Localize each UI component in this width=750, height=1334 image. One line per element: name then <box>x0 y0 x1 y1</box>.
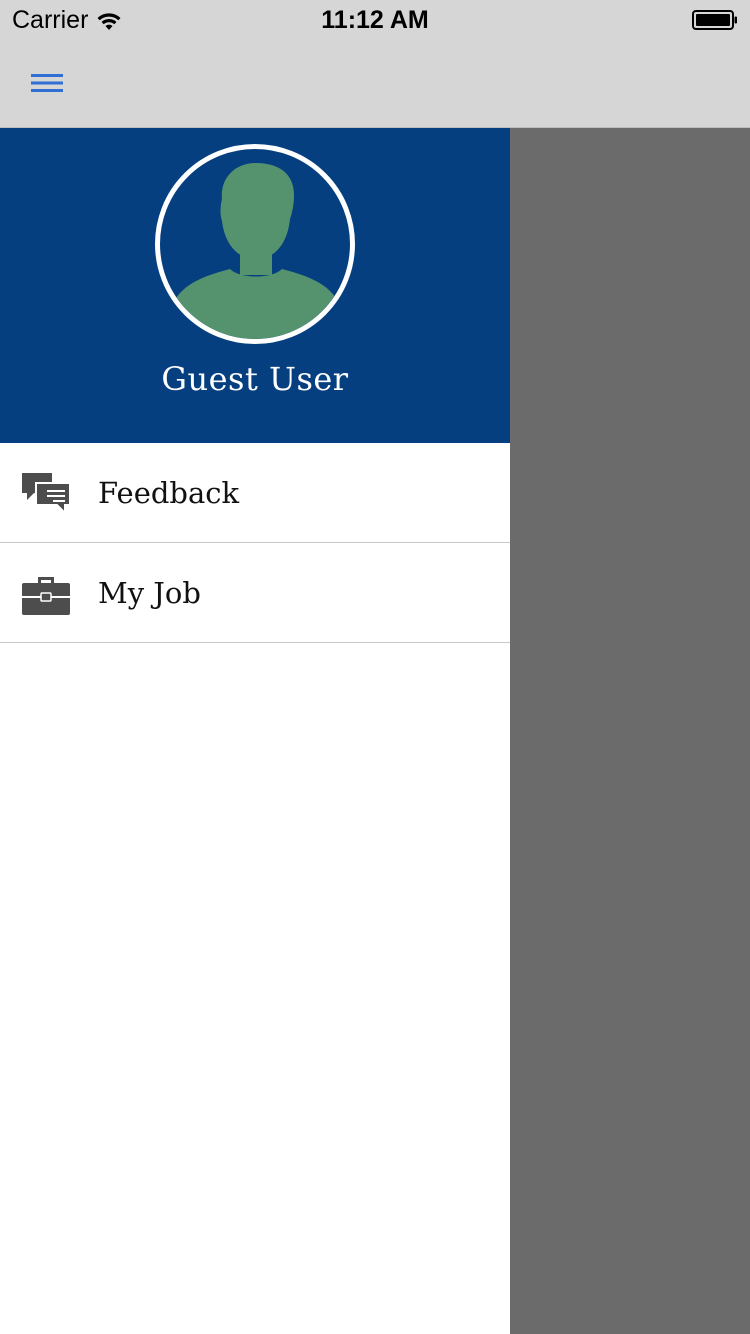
avatar[interactable] <box>155 144 355 344</box>
side-drawer: Guest User Feedback My Job <box>0 128 510 1334</box>
menu-item-label: Feedback <box>98 475 240 510</box>
user-silhouette-icon <box>170 163 342 339</box>
menu-button[interactable] <box>26 66 68 100</box>
drawer-menu-list: Feedback My Job <box>0 443 510 643</box>
user-name: Guest User <box>161 360 349 398</box>
menu-item-feedback[interactable]: Feedback <box>0 443 510 543</box>
navigation-bar: Carrier 11:12 AM <box>0 0 750 128</box>
chat-bubbles-icon <box>20 469 72 517</box>
hamburger-menu-icon <box>31 74 63 92</box>
menu-item-label: My Job <box>98 575 201 610</box>
briefcase-icon <box>20 569 72 617</box>
drawer-header: Guest User <box>0 128 510 443</box>
dimmed-content-overlay[interactable] <box>510 128 750 1334</box>
battery-icon <box>692 10 737 30</box>
status-time: 11:12 AM <box>321 6 429 34</box>
app-screen: Carrier 11:12 AM Guest User Feedback My … <box>0 0 750 1334</box>
menu-item-my-job[interactable]: My Job <box>0 543 510 643</box>
